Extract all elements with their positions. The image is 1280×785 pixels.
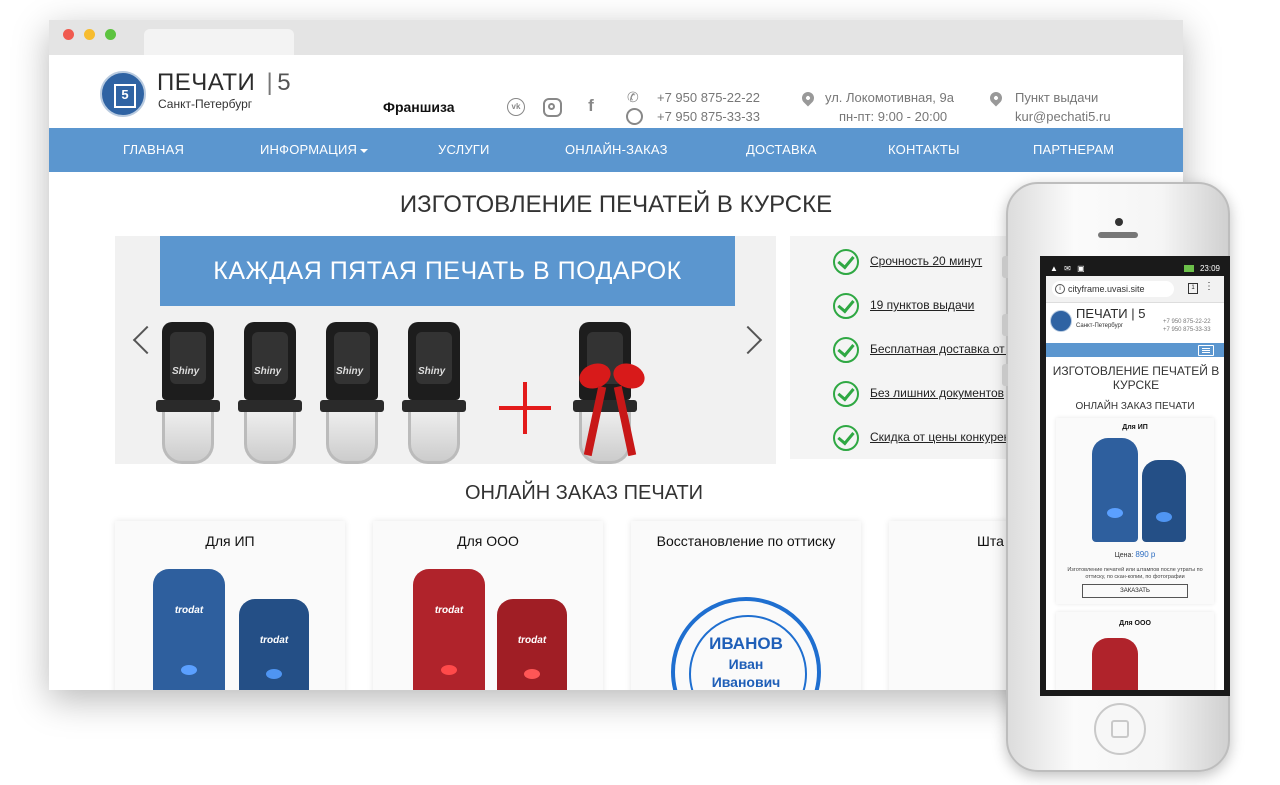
caret-down-icon [360, 148, 369, 153]
section-title: ОНЛАЙН ЗАКАЗ ПЕЧАТИ [464, 482, 704, 504]
mobile-phone-2[interactable]: +7 950 875-33-33 [1163, 327, 1211, 333]
main-nav: ГЛАВНАЯ ИНФОРМАЦИЯ УСЛУГИ ОНЛАЙН-ЗАКАЗ Д… [49, 128, 1183, 172]
promo-slider: КАЖДАЯ ПЯТАЯ ПЕЧАТЬ В ПОДАРОК Shiny Shin… [115, 236, 776, 464]
features-list: Срочность 20 минут 19 пунктов выдачи Бес… [790, 236, 1030, 459]
browser-menu-icon[interactable]: ⋮ [1204, 281, 1214, 292]
email-link[interactable]: kur@pechati5.ru [1015, 109, 1111, 124]
nav-item-home[interactable]: ГЛАВНАЯ [123, 128, 184, 172]
mobile-product-card[interactable]: Для ООО [1056, 612, 1214, 690]
stamp-image: Shiny [402, 322, 466, 464]
whatsapp-icon [626, 108, 643, 125]
phone-side-button [1002, 364, 1008, 386]
stamp-image [1142, 460, 1186, 542]
mobile-nav-bar [1046, 343, 1224, 357]
check-icon [833, 249, 859, 275]
phone-number-2[interactable]: +7 950 875-33-33 [657, 109, 760, 124]
stamp-image: Shiny [320, 322, 384, 464]
franchise-link[interactable]: Франшиза [383, 99, 455, 115]
gift-bow-icon [577, 360, 647, 400]
phone-speaker [1098, 232, 1138, 238]
nav-item-delivery[interactable]: ДОСТАВКА [746, 128, 817, 172]
pickup-point-label: Пункт выдачи [1015, 90, 1099, 105]
stamp-image [1092, 638, 1138, 690]
brand-name[interactable]: ПЕЧАТИ | 5 [157, 69, 291, 97]
instagram-icon[interactable] [543, 98, 562, 117]
stamp-image [1092, 438, 1138, 542]
check-icon [833, 381, 859, 407]
check-icon [833, 337, 859, 363]
notification-icons: ▲ ✉ ▣ [1050, 264, 1087, 273]
home-button[interactable] [1094, 703, 1146, 755]
seal-impression-image: ИВАНОВ Иван Иванович [671, 597, 821, 690]
check-icon [833, 425, 859, 451]
url-field[interactable]: i cityframe.uvasi.site [1052, 281, 1174, 297]
nav-item-partners[interactable]: ПАРТНЕРАМ [1033, 128, 1114, 172]
check-icon [833, 293, 859, 319]
product-card-ip[interactable]: Для ИП trodat trodat [115, 521, 345, 690]
nav-item-info[interactable]: ИНФОРМАЦИЯ [260, 128, 369, 172]
working-hours: пн-пт: 9:00 - 20:00 [839, 109, 948, 124]
slider-next-arrow-icon[interactable] [733, 325, 763, 355]
stamp-image: Shiny [238, 322, 302, 464]
nav-item-contacts[interactable]: КОНТАКТЫ [888, 128, 960, 172]
phone-number-1[interactable]: +7 950 875-22-22 [657, 90, 760, 105]
location-pin-icon [987, 89, 1005, 107]
order-button[interactable]: ЗАКАЗАТЬ [1082, 584, 1188, 598]
mobile-brand-name[interactable]: ПЕЧАТИ | 5 [1076, 306, 1145, 321]
promo-headline: КАЖДАЯ ПЯТАЯ ПЕЧАТЬ В ПОДАРОК [160, 236, 735, 306]
phone-camera [1115, 218, 1123, 226]
plus-icon [499, 382, 551, 434]
status-bar: ▲ ✉ ▣ 23:09 [1046, 262, 1224, 276]
brand-city: Санкт-Петербург [158, 97, 253, 111]
logo-icon[interactable]: 5 [100, 71, 146, 117]
browser-titlebar [49, 20, 1183, 55]
vk-icon[interactable]: vk [507, 98, 525, 116]
phone-mockup: ▲ ✉ ▣ 23:09 i cityframe.uvasi.site 1 ⋮ ПЕ… [1002, 182, 1230, 772]
mobile-section-title: ОНЛАЙН ЗАКАЗ ПЕЧАТИ [1075, 401, 1195, 412]
mobile-url-bar: i cityframe.uvasi.site 1 ⋮ [1046, 276, 1224, 303]
info-icon: i [1055, 284, 1065, 294]
tabs-count-button[interactable]: 1 [1188, 283, 1198, 294]
stamp-image: trodat [497, 599, 567, 690]
address-line: ул. Локомотивная, 9а [825, 90, 954, 105]
phone-screen: ▲ ✉ ▣ 23:09 i cityframe.uvasi.site 1 ⋮ ПЕ… [1040, 256, 1230, 696]
stamp-image: trodat [239, 599, 309, 690]
stamp-image: Shiny [156, 322, 220, 464]
product-card-restore[interactable]: Восстановление по оттиску ИВАНОВ Иван Ив… [631, 521, 861, 690]
close-window-button[interactable] [63, 29, 74, 40]
mobile-page-title: ИЗГОТОВЛЕНИЕ ПЕЧАТЕЙ В КУРСКЕ [1052, 364, 1220, 392]
phone-icon: ✆ [627, 89, 639, 105]
mobile-logo-icon[interactable] [1050, 310, 1072, 332]
stamp-image: trodat [153, 569, 225, 690]
phone-side-button [1002, 256, 1008, 278]
facebook-icon[interactable]: f [581, 96, 601, 116]
hamburger-menu-icon[interactable] [1198, 345, 1214, 356]
mobile-phone-1[interactable]: +7 950 875-22-22 [1163, 319, 1211, 325]
nav-item-services[interactable]: УСЛУГИ [438, 128, 490, 172]
product-card-ooo[interactable]: Для ООО trodat trodat [373, 521, 603, 690]
maximize-window-button[interactable] [105, 29, 116, 40]
location-pin-icon [799, 89, 817, 107]
price: Цена: 890 р [1114, 550, 1156, 559]
status-time: 23:09 [1199, 264, 1220, 273]
card-description: Изготовление печатей или штампов после у… [1067, 567, 1203, 580]
nav-item-online-order[interactable]: ОНЛАЙН-ЗАКАЗ [565, 128, 668, 172]
battery-icon [1184, 265, 1194, 272]
mobile-product-card[interactable]: Для ИП Цена: 890 р Изготовление печатей … [1056, 418, 1214, 604]
mobile-brand-city: Санкт-Петербург [1076, 323, 1124, 329]
browser-tab[interactable] [144, 29, 294, 55]
phone-side-button [1002, 314, 1008, 336]
minimize-window-button[interactable] [84, 29, 95, 40]
stamp-image: trodat [413, 569, 485, 690]
